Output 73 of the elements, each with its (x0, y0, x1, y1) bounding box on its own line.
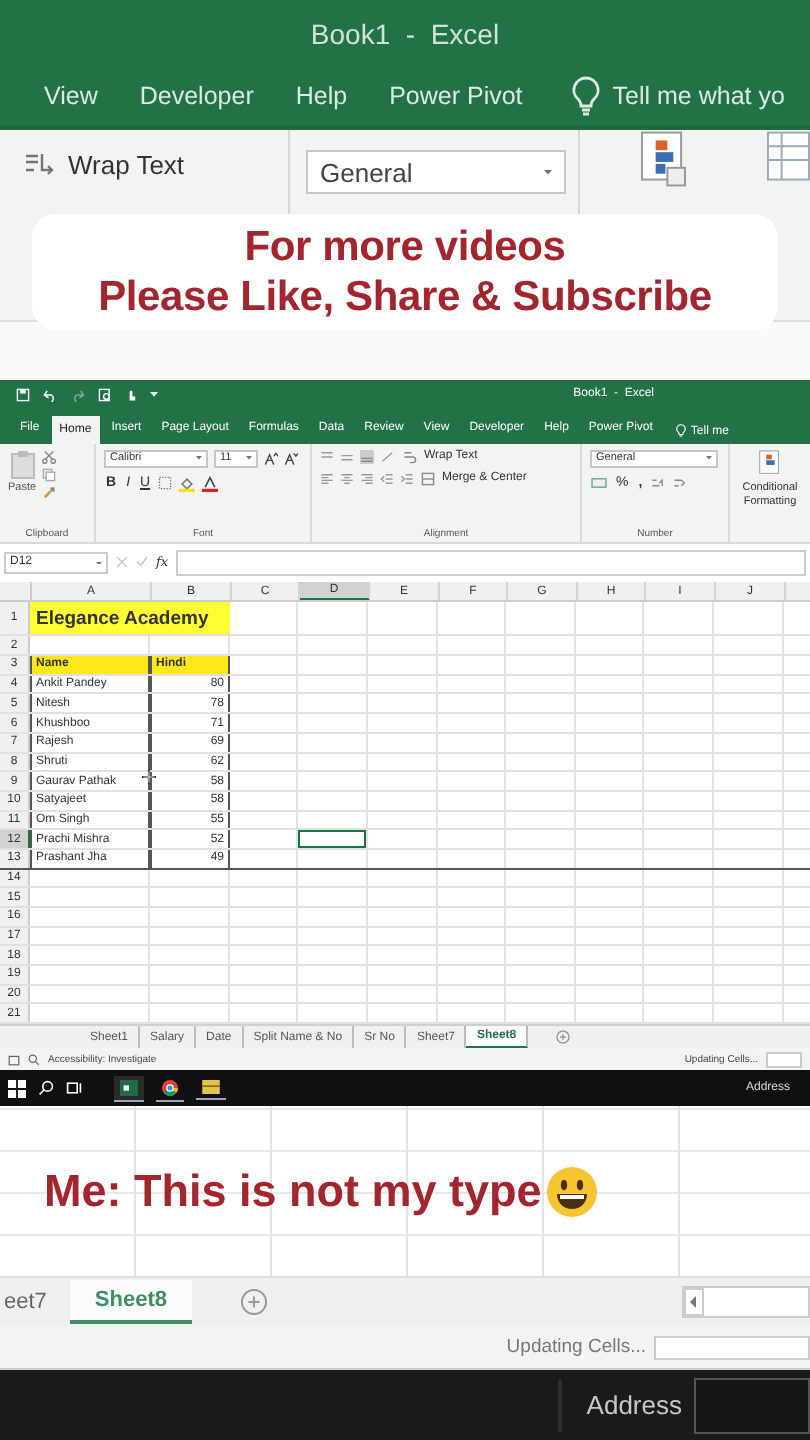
font-color-icon[interactable] (202, 475, 219, 492)
ribbon-tab[interactable]: Help (295, 82, 348, 110)
number-format-dropdown[interactable]: General (306, 150, 566, 194)
format-painter-icon[interactable] (42, 485, 57, 500)
spreadsheet-app-icon (120, 1079, 138, 1096)
decrease-font-icon[interactable] (284, 451, 298, 466)
smiley-icon (545, 1165, 598, 1217)
increase-indent-icon[interactable] (400, 471, 414, 486)
caption-text: Me: This is not my type (44, 1165, 542, 1217)
ribbon-tab[interactable]: View (44, 82, 98, 110)
table-cell: Elegance Academy (30, 602, 230, 635)
search-icon[interactable] (38, 1080, 54, 1097)
wrap-text-icon (24, 150, 56, 178)
address-label: Address (586, 1390, 682, 1420)
align-bottom-icon[interactable] (360, 449, 374, 464)
browser-icon (162, 1079, 178, 1096)
accessibility-icon[interactable] (28, 1053, 40, 1066)
borders-icon[interactable] (158, 476, 173, 491)
fill-color-icon[interactable] (178, 475, 197, 492)
caret-icon[interactable] (150, 392, 158, 398)
window-title: Book1 - Excel (310, 17, 500, 49)
align-center-icon[interactable] (340, 471, 354, 486)
task-view-icon[interactable] (66, 1080, 82, 1097)
wrap-text-icon[interactable] (402, 449, 418, 464)
caret-icon[interactable] (196, 456, 202, 461)
conditional-formatting-icon[interactable] (640, 130, 687, 190)
folder-icon (202, 1080, 220, 1095)
status-text: Updating Cells... (506, 1336, 646, 1358)
formula-input[interactable] (176, 549, 806, 576)
redo-icon[interactable] (70, 387, 86, 402)
merge-icon[interactable] (420, 471, 436, 486)
promo-text: For more videos (244, 222, 566, 272)
scroll-left-icon[interactable] (684, 1288, 704, 1316)
sheet-tab[interactable]: Sheet8 (70, 1280, 191, 1324)
wrap-text-button[interactable]: Wrap Text (68, 150, 185, 180)
tell-me-field[interactable]: Tell me what yo (612, 82, 785, 110)
align-middle-icon[interactable] (340, 449, 354, 464)
add-sheet-icon[interactable] (556, 1030, 571, 1045)
save-icon[interactable] (16, 387, 30, 402)
currency-icon[interactable] (590, 475, 608, 490)
caret-icon[interactable] (544, 169, 552, 175)
increase-font-icon[interactable] (264, 451, 278, 466)
increase-decimal-icon[interactable] (650, 475, 667, 490)
scissors-icon[interactable] (42, 449, 57, 464)
browser-taskbar-button[interactable] (156, 1075, 184, 1102)
caret-icon[interactable] (706, 456, 712, 461)
macro-icon[interactable] (8, 1053, 20, 1066)
align-right-icon[interactable] (360, 471, 374, 486)
ribbon-tab[interactable]: Power Pivot (389, 82, 523, 110)
ribbon-tab[interactable]: Developer (139, 82, 254, 110)
align-left-icon[interactable] (320, 471, 334, 486)
promo-text: Please Like, Share & Subscribe (98, 272, 712, 322)
caret-icon[interactable] (96, 561, 102, 565)
windows-icon[interactable] (8, 1079, 26, 1098)
sheet-tab[interactable]: eet7 (0, 1280, 51, 1324)
horizontal-scrollbar[interactable] (682, 1286, 810, 1318)
decrease-indent-icon[interactable] (380, 471, 394, 486)
lightbulb-icon (572, 76, 601, 116)
folder-taskbar-button[interactable] (196, 1076, 226, 1101)
align-top-icon[interactable] (320, 449, 334, 464)
move-cursor-icon (142, 770, 156, 785)
selected-cell[interactable] (298, 830, 366, 848)
decrease-decimal-icon[interactable] (672, 475, 689, 490)
undo-icon[interactable] (42, 387, 58, 402)
address-field[interactable] (694, 1377, 810, 1433)
conditional-formatting-icon[interactable] (758, 449, 782, 478)
add-sheet-icon[interactable] (239, 1288, 267, 1316)
copy-icon[interactable] (42, 467, 57, 482)
print-preview-icon[interactable] (98, 387, 112, 402)
orientation-icon[interactable] (380, 449, 396, 464)
excel-taskbar-button[interactable] (114, 1075, 144, 1102)
caret-icon[interactable] (246, 456, 252, 461)
lightbulb-icon (676, 423, 687, 438)
